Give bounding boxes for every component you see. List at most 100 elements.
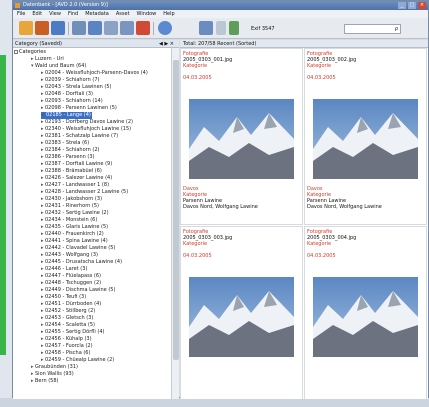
left-panel: Category (Savedd) ◀ ▶ × Categories ▸Luze… [13, 40, 179, 399]
tree-item-label: 02456 - Kühalp (3) [45, 336, 92, 342]
left-panel-nav[interactable]: ◀ ▶ × [159, 40, 174, 48]
tree-item[interactable]: ▾Wald und Baum (64) [31, 63, 86, 70]
menu-item[interactable]: Window [137, 10, 157, 18]
tree-item[interactable]: ▸02450 - Teufi (3) [41, 294, 86, 301]
tree-item[interactable]: ▸02430 - Jakobshorn (3) [41, 196, 102, 203]
import-icon[interactable] [35, 21, 49, 35]
list-view-icon[interactable] [72, 21, 86, 35]
tree-item-label: 02387 - Dorftali Lawine (9) [45, 161, 113, 167]
camera-icon[interactable] [199, 21, 213, 35]
tree-item[interactable]: ▸02426 - Salezer Lawine (4) [41, 175, 112, 182]
tree-item[interactable]: ▸02386 - Parsenn (3) [41, 154, 95, 161]
tree-item[interactable]: ▸Graubünden (31) [31, 364, 78, 371]
tree-item[interactable]: ▸Sion Wallis (93) [31, 371, 74, 378]
tree-item[interactable]: ▸02039 - Schiahorn (7) [41, 77, 99, 84]
tree-item[interactable]: ▸02451 - Dürrboden (4) [41, 301, 101, 308]
tree-item[interactable]: ▸02383 - Strela (6) [41, 140, 89, 147]
tree-item[interactable]: ▸02381 - Schatzalp Lawine (7) [41, 133, 118, 140]
tree-item[interactable]: ▸02448 - Tschuggen (2) [41, 280, 101, 287]
tree-item-label: 02431 - Rinerhorn (5) [45, 203, 100, 209]
tree-item[interactable]: ▸02093 - Schiahorn (14) [41, 98, 103, 105]
search-input[interactable]: ρ [344, 24, 401, 34]
tree-item[interactable]: ▸02445 - Drusatscha Lawine (4) [41, 259, 122, 266]
folder-icon[interactable] [19, 21, 33, 35]
card-date: 04.03.2005 [183, 253, 212, 259]
tree-item[interactable]: ▸02048 - Dorftali (3) [41, 91, 93, 98]
tree-item[interactable]: ▸02340 - Weissfluhjoch Lawine (15) [41, 126, 131, 133]
card-date: 04.03.2005 [307, 253, 336, 259]
thumbnail-card[interactable]: Fotografie 2005_0303_004.jpg Kategorie 04.0… [304, 226, 427, 399]
tree-item[interactable]: ▸02431 - Rinerhorn (5) [41, 203, 99, 210]
tree-item[interactable]: ▸02435 - Glaris Lawine (5) [41, 224, 108, 231]
tree-item[interactable]: ▸02453 - Gletsch (3) [41, 315, 93, 322]
checkbox-icon[interactable] [14, 49, 18, 54]
thumbnail-view-icon[interactable] [88, 21, 102, 35]
tree-item[interactable]: ▸02455 - Sertig Dörfli (4) [41, 329, 104, 336]
tree-item[interactable]: ▸02432 - Sertig Lawine (2) [41, 210, 109, 217]
thumbnail-card[interactable]: Fotografie 2005_0303_003.jpg Kategorie 04.0… [180, 226, 303, 399]
tree-item[interactable]: ▸02456 - Kühalp (3) [41, 336, 92, 343]
menu-item[interactable]: File [17, 10, 25, 18]
tree-item[interactable]: ▸02442 - Clavadel Lawine (5) [41, 245, 115, 252]
tree-item[interactable]: ▸02447 - Flüelapass (6) [41, 273, 101, 280]
tree-item[interactable]: ▸Bern (58) [31, 378, 59, 385]
tree-item[interactable]: ▸02387 - Dorftali Lawine (9) [41, 161, 112, 168]
tree-item[interactable]: ▸02428 - Landwasser 2 Lawine (5) [41, 189, 128, 196]
tree-item[interactable]: ▸02098 - Parsenn Lawinen (5) [41, 105, 117, 112]
menu-item[interactable]: View [49, 10, 61, 18]
tree-item[interactable]: ▸02004 - Weissfluhjoch-Parsenn-Davos (4) [41, 70, 148, 77]
tree-item[interactable]: ▸02441 - Spina Lawine (4) [41, 238, 108, 245]
tree-item-label: Graubünden (31) [35, 364, 78, 370]
info-icon[interactable] [120, 21, 134, 35]
tree-item[interactable]: ▸02388 - Brämabüel (6) [41, 168, 102, 175]
tree-item[interactable]: ▸02458 - Pischa (6) [41, 350, 90, 357]
stop-icon[interactable] [136, 21, 150, 35]
grid-view-icon[interactable] [51, 21, 65, 35]
photo-thumbnail[interactable] [189, 99, 294, 179]
tree-item[interactable]: ▸02440 - Frauenkirch (2) [41, 231, 104, 238]
menu-item[interactable]: Find [68, 10, 78, 18]
tree-item-label: 02383 - Strela (6) [45, 140, 90, 146]
tree-scrollbar[interactable] [171, 48, 179, 399]
tree-item-label: 02448 - Tschuggen (2) [45, 280, 102, 286]
menu-item[interactable]: Asset [116, 10, 130, 18]
tree-item[interactable]: ▸02446 - Laret (3) [41, 266, 87, 273]
scrollbar-thumb[interactable] [173, 60, 179, 360]
tree-item-label: Wald und Baum (64) [35, 63, 87, 69]
tree-item[interactable]: ▸02427 - Landwasser 1 (8) [41, 182, 109, 189]
photo-thumbnail[interactable] [189, 277, 294, 357]
card-field-label: Kategorie [183, 241, 208, 247]
tree-item[interactable]: ▸02434 - Monstein (6) [41, 217, 97, 224]
close-icon[interactable]: × [418, 2, 426, 9]
tree-item[interactable]: ▸Luzern - Uri [31, 56, 64, 63]
application-window: Datenbank - [AVD 2.0 (Version 9)] _ □ × … [12, 0, 429, 399]
tree-item[interactable]: ▸02459 - Chüealp Lawine (2) [41, 357, 114, 364]
panel-icon[interactable] [216, 21, 226, 35]
maximize-icon[interactable]: □ [408, 2, 416, 9]
tree-item[interactable]: ▸02384 - Schiahorn (2) [41, 147, 99, 154]
details-view-icon[interactable] [104, 21, 118, 35]
menu-item[interactable]: Help [163, 10, 174, 18]
menu-item[interactable]: Edit [32, 10, 42, 18]
globe-icon[interactable] [158, 21, 172, 35]
thumbnail-grid: Fotografie 2005_0303_001.jpg Kategorie 04.0… [180, 48, 428, 399]
thumbnail-card[interactable]: Fotografie 2005_0303_002.jpg Kategorie 04.0… [304, 48, 427, 225]
thumbnail-card[interactable]: Fotografie 2005_0303_001.jpg Kategorie 04.0… [180, 48, 303, 225]
tree-item[interactable]: ▸02452 - Stillberg (2) [41, 308, 95, 315]
menu-item[interactable]: Metadata [85, 10, 109, 18]
tree-item[interactable]: ▸02454 - Scaletta (5) [41, 322, 95, 329]
results-count: Total: 207/58 Recent (Sorted) [183, 41, 257, 47]
tree-item[interactable]: ▸02185 - Lange (4) [41, 112, 92, 119]
tree-item[interactable]: ▸02193 - Dorfberg Davos Lawine (2) [41, 119, 133, 126]
category-root[interactable]: Categories [14, 49, 46, 55]
minimize-icon[interactable]: _ [398, 2, 406, 9]
photo-thumbnail[interactable] [313, 277, 418, 357]
tree-item[interactable]: ▸02457 - Fuorcla (2) [41, 343, 93, 350]
tree-item[interactable]: ▸02449 - Dischma Lawine (5) [41, 287, 115, 294]
menu-bar: File Edit View Find Metadata Asset Window Help [13, 10, 428, 18]
left-panel-header: Category (Savedd) ◀ ▶ × [13, 40, 179, 48]
photo-icon[interactable] [229, 21, 239, 35]
photo-thumbnail[interactable] [313, 99, 418, 179]
tree-item[interactable]: ▸02043 - Strela Lawinen (5) [41, 84, 112, 91]
tree-item[interactable]: ▸02443 - Wolfgang (3) [41, 252, 98, 259]
